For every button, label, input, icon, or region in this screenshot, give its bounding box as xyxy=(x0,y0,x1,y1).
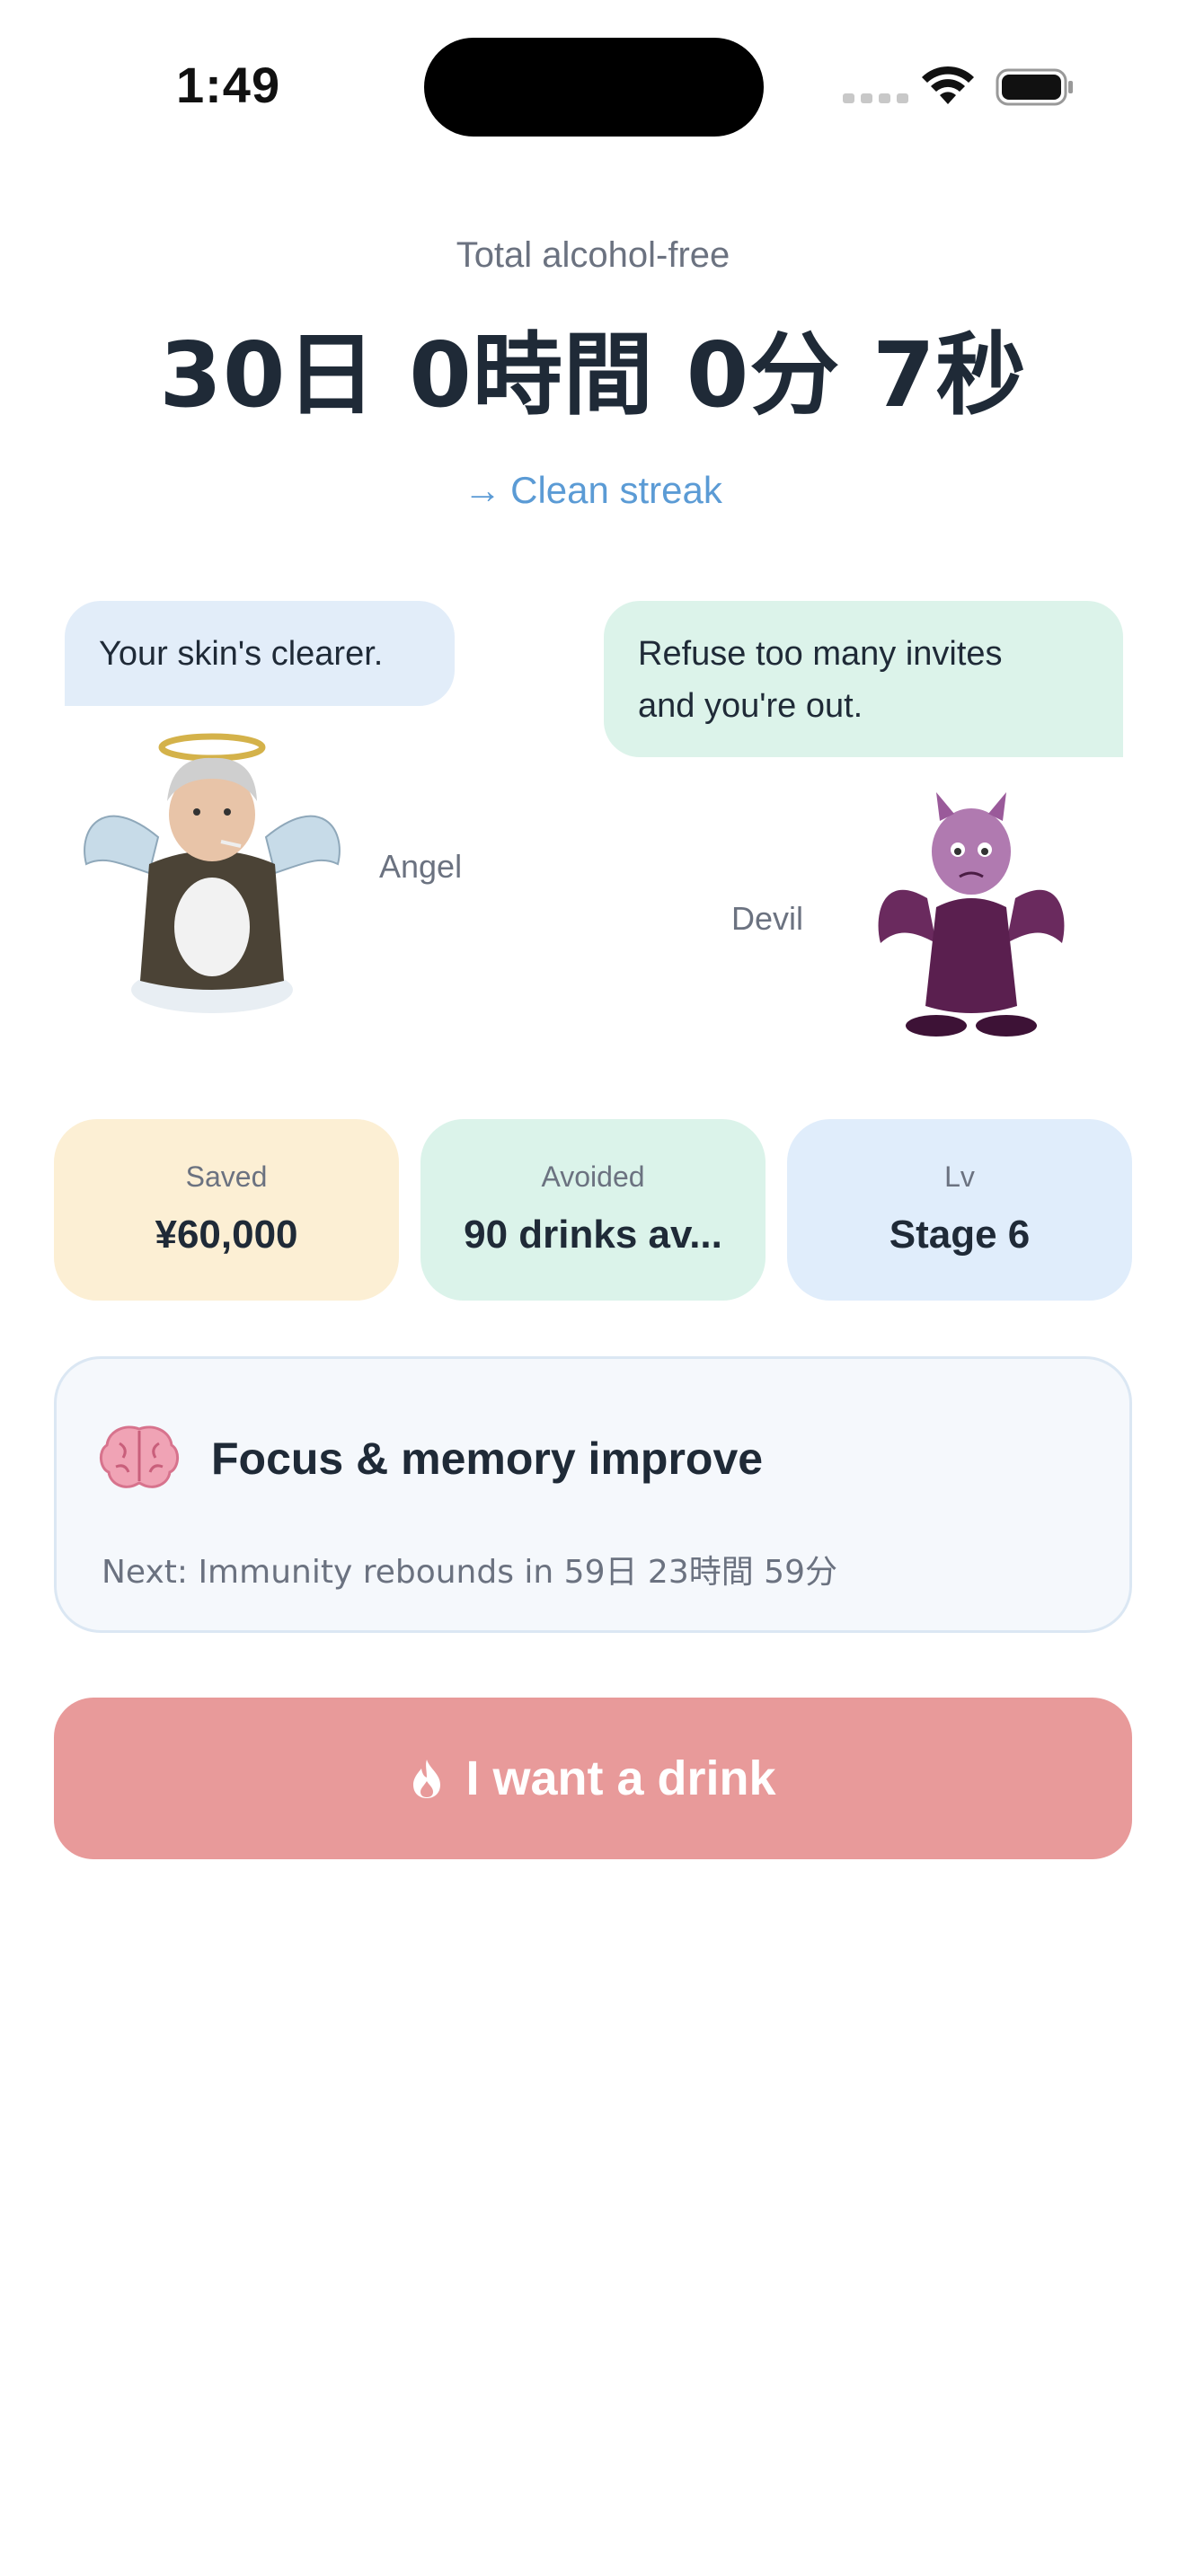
stat-card-saved[interactable]: Saved ¥60,000 xyxy=(54,1119,399,1301)
stat-saved-label: Saved xyxy=(185,1160,268,1193)
angel-label: Angel xyxy=(379,848,463,885)
cellular-signal-icon xyxy=(843,93,908,103)
clean-streak-label: Clean streak xyxy=(510,469,722,511)
devil-character-image[interactable] xyxy=(873,790,1069,1038)
angel-speech-text: Your skin's clearer. xyxy=(99,634,384,673)
battery-icon xyxy=(996,68,1073,106)
devil-label: Devil xyxy=(731,900,804,937)
devil-speech-line-1: Refuse too many invites xyxy=(638,635,1003,673)
stat-card-level[interactable]: Lv Stage 6 xyxy=(787,1119,1132,1301)
stat-level-label: Lv xyxy=(944,1160,975,1193)
angel-character-image[interactable] xyxy=(77,729,347,1017)
milestone-next-text: Next: Immunity rebounds in 59日 23時間 59分 xyxy=(102,1554,837,1591)
stat-saved-value: ¥60,000 xyxy=(155,1213,298,1257)
total-alcohol-free-timer: 30日 0時間 0分 7秒 xyxy=(159,322,1027,428)
want-a-drink-button[interactable]: I want a drink xyxy=(54,1698,1132,1859)
brain-icon xyxy=(100,1425,179,1488)
milestone-title: Focus & memory improve xyxy=(211,1434,764,1484)
total-alcohol-free-label: Total alcohol-free xyxy=(456,235,730,275)
want-a-drink-label: I want a drink xyxy=(465,1751,776,1805)
stat-avoided-label: Avoided xyxy=(541,1160,645,1193)
stat-level-value: Stage 6 xyxy=(889,1213,1031,1257)
devil-speech-line-2: and you're out. xyxy=(638,687,863,725)
wifi-icon xyxy=(922,66,974,104)
clean-streak-link[interactable]: → Clean streak xyxy=(0,469,1186,512)
devil-speech-bubble: Refuse too many invites and you're out. xyxy=(604,601,1123,757)
angel-speech-bubble: Your skin's clearer. xyxy=(65,601,455,706)
stat-avoided-value: 90 drinks av... xyxy=(464,1213,722,1257)
arrow-right-icon: → xyxy=(464,469,502,511)
health-milestone-card[interactable]: Focus & memory improve Next: Immunity re… xyxy=(54,1356,1132,1633)
dynamic-island xyxy=(424,38,764,137)
flame-icon xyxy=(413,1760,441,1798)
stat-card-avoided[interactable]: Avoided 90 drinks av... xyxy=(420,1119,766,1301)
status-time: 1:49 xyxy=(176,57,281,113)
